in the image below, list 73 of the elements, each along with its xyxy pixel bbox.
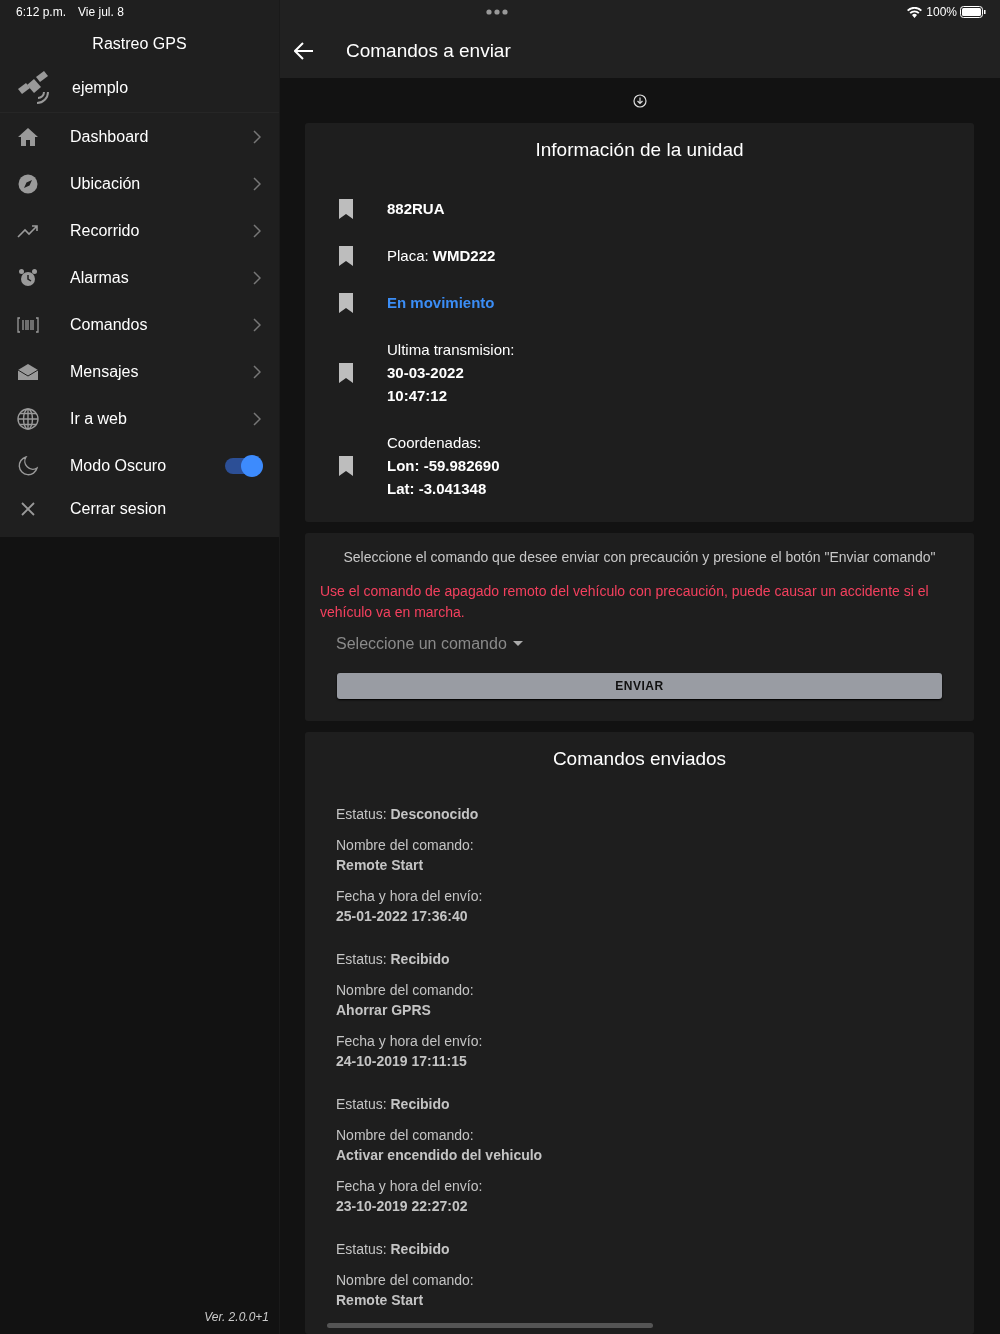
- sidebar-item[interactable]: Comandos: [0, 301, 279, 348]
- field-label: Fecha y hora del envío:: [336, 887, 484, 906]
- caret-icon: [512, 641, 523, 647]
- screen-title: Comandos a enviar: [346, 40, 511, 62]
- battery-icon: [960, 6, 986, 18]
- more-dots-icon[interactable]: [485, 9, 508, 15]
- status-text: Estatus: Recibido: [336, 950, 451, 969]
- command-name: Remote Start: [336, 1291, 425, 1310]
- field-label: Nombre del comando:: [336, 836, 475, 855]
- sidebar-item[interactable]: Recorrido: [0, 207, 279, 254]
- envelope-icon: [17, 362, 39, 381]
- status-text: En movimiento: [387, 293, 495, 313]
- chevron-right-icon: [253, 176, 261, 191]
- field-label: Fecha y hora del envío:: [336, 1177, 484, 1196]
- info-text: Placa: WMD222: [387, 246, 496, 266]
- bookmark-icon: [339, 245, 353, 266]
- toggle-switch[interactable]: [225, 457, 261, 474]
- field-label: Nombre del comando:: [336, 1271, 475, 1290]
- chevron-right-icon: [253, 270, 261, 285]
- status-time: 6:12 p.m.: [16, 5, 67, 19]
- command-name: Ahorrar GPRS: [336, 1001, 432, 1020]
- chevron-right-icon: [253, 223, 261, 238]
- field-label: Fecha y hora del envío:: [336, 1032, 484, 1051]
- trend-icon: [17, 223, 39, 238]
- download-icon[interactable]: [632, 94, 647, 108]
- info-text: 882RUA: [387, 199, 445, 219]
- command-name: Remote Start: [336, 856, 425, 875]
- sidebar-title: Rastreo GPS: [91, 34, 188, 54]
- home-icon: [17, 126, 39, 147]
- bookmark-icon: [339, 362, 353, 383]
- sidebar-item[interactable]: Modo Oscuro: [0, 442, 279, 489]
- send-button[interactable]: ENVIAR: [337, 673, 942, 699]
- close-icon: [21, 502, 35, 516]
- bookmark-icon: [339, 198, 353, 219]
- user-name: ejemplo: [72, 79, 129, 97]
- warning-text: Use el comando de apagado remoto del vehículo con precaución, puede causar un accidente si el vehículo va en marcha.: [319, 582, 930, 622]
- compass-icon: [18, 173, 38, 194]
- card-title: Comandos enviados: [551, 748, 728, 770]
- sidebar-item[interactable]: Mensajes: [0, 348, 279, 395]
- version-label: Ver. 2.0.0+1: [203, 1310, 270, 1326]
- info-text: Coordenadas: Lon: -59.982690 Lat: -3.041348: [387, 433, 500, 499]
- card-title: Información de la unidad: [534, 139, 745, 161]
- sidebar-item[interactable]: Ir a web: [0, 395, 279, 442]
- bookmark-icon: [339, 455, 353, 476]
- info-text: Ultima transmision: 30-03-2022 10:47:12: [387, 340, 515, 406]
- moon-icon: [17, 454, 39, 477]
- chevron-right-icon: [253, 364, 261, 379]
- chevron-right-icon: [253, 317, 261, 332]
- sent-date: 25-01-2022 17:36:40: [336, 907, 469, 926]
- command-name: Activar encendido del vehiculo: [336, 1146, 544, 1165]
- back-arrow-icon[interactable]: [294, 42, 314, 60]
- sent-date: 24-10-2019 17:11:15: [336, 1052, 468, 1071]
- sidebar-item[interactable]: Ubicación: [0, 160, 279, 207]
- globe-icon: [17, 407, 39, 430]
- bookmark-icon: [339, 292, 353, 313]
- sent-date: 23-10-2019 22:27:02: [336, 1197, 469, 1216]
- status-text: Estatus: Desconocido: [336, 805, 480, 824]
- wifi-icon: [907, 6, 923, 18]
- status-date: Vie jul. 8: [78, 5, 124, 19]
- field-label: Nombre del comando:: [336, 981, 475, 1000]
- barcode-icon: [17, 316, 39, 333]
- alarm-clock-icon: [18, 267, 38, 288]
- instruction-text: Seleccione el comando que desee enviar con precaución y presione el botón "Enviar comando": [342, 549, 937, 565]
- status-text: Estatus: Recibido: [336, 1095, 451, 1114]
- chevron-right-icon: [253, 411, 261, 426]
- chevron-right-icon: [253, 129, 261, 144]
- sidebar-item[interactable]: Alarmas: [0, 254, 279, 301]
- field-label: Nombre del comando:: [336, 1126, 475, 1145]
- status-text: Estatus: Recibido: [336, 1240, 451, 1259]
- sidebar-item[interactable]: Cerrar sesion: [0, 489, 279, 529]
- sidebar-item[interactable]: Dashboard: [0, 113, 279, 160]
- command-dropdown[interactable]: Seleccione un comando: [336, 635, 523, 653]
- battery-percent: 100%: [926, 5, 957, 19]
